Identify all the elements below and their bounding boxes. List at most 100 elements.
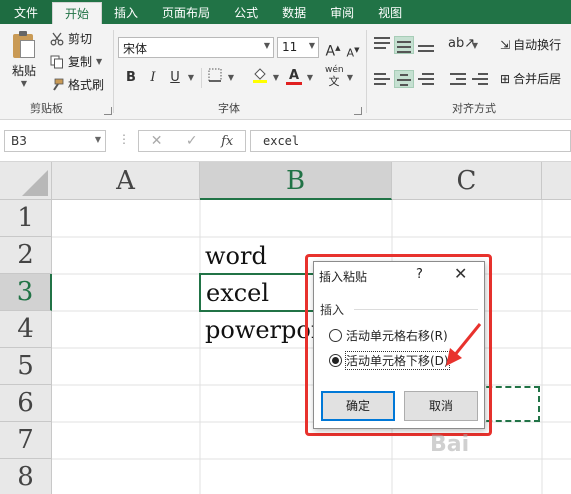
shift-right-label: 活动单元格右移(R) bbox=[346, 329, 448, 343]
select-all-button[interactable] bbox=[0, 162, 52, 200]
font-name-select[interactable]: 宋体 ▼ bbox=[118, 37, 274, 58]
name-box-value: B3 bbox=[11, 134, 27, 148]
phonetic-icon: wén bbox=[325, 65, 344, 75]
row-header-2[interactable]: 2 bbox=[0, 237, 52, 274]
font-size-select[interactable]: 11 ▼ bbox=[277, 37, 319, 58]
tab-insert[interactable]: 插入 bbox=[102, 0, 150, 24]
borders-button[interactable] bbox=[206, 68, 224, 88]
fill-color-dropdown-icon[interactable]: ▼ bbox=[271, 68, 281, 88]
radio-shift-right[interactable] bbox=[329, 329, 342, 342]
ribbon-tab-bar: 文件 开始 插入 页面布局 公式 数据 审阅 视图 bbox=[0, 0, 571, 24]
tab-data[interactable]: 数据 bbox=[270, 0, 318, 24]
ribbon: 粘贴 ▼ 剪切 复制 ▼ 格式刷 剪贴板 宋体 ▼ 11 ▼ A▲ A▼ B I… bbox=[0, 24, 571, 120]
clipboard-launcher-icon[interactable] bbox=[104, 107, 112, 115]
formula-input[interactable]: excel bbox=[250, 130, 571, 152]
cancel-button[interactable]: 取消 bbox=[404, 391, 478, 421]
column-header-c[interactable]: C bbox=[392, 162, 542, 200]
alignment-group-label: 对齐方式 bbox=[452, 102, 496, 115]
top-align-button[interactable] bbox=[372, 34, 392, 52]
font-launcher-icon[interactable] bbox=[354, 107, 362, 115]
copy-label: 复制 bbox=[68, 55, 93, 69]
help-button[interactable]: ? bbox=[416, 267, 423, 282]
orientation-button[interactable]: ab↗ bbox=[448, 34, 475, 54]
phonetic-dropdown-icon[interactable]: ▼ bbox=[345, 68, 355, 88]
cut-label: 剪切 bbox=[68, 32, 93, 46]
format-painter-label: 格式刷 bbox=[68, 78, 105, 92]
ribbon-divider bbox=[201, 68, 202, 88]
row-header-7[interactable]: 7 bbox=[0, 422, 52, 459]
font-size-value: 11 bbox=[282, 40, 298, 54]
row-header-3[interactable]: 3 bbox=[0, 274, 52, 311]
ok-button[interactable]: 确定 bbox=[321, 391, 395, 421]
align-center-button[interactable] bbox=[394, 70, 414, 88]
radio-shift-down[interactable] bbox=[329, 354, 342, 367]
bottom-align-button[interactable] bbox=[416, 38, 436, 56]
phonetic-button[interactable]: wén 文 bbox=[325, 65, 344, 87]
merge-center-button[interactable]: ⊞ 合并后居 bbox=[500, 70, 561, 87]
fill-color-button[interactable] bbox=[251, 66, 269, 86]
cut-button[interactable]: 剪切 bbox=[50, 30, 92, 47]
italic-button[interactable]: I bbox=[144, 68, 162, 88]
decrease-indent-button[interactable] bbox=[448, 70, 468, 88]
row-header-5[interactable]: 5 bbox=[0, 348, 52, 385]
wrap-text-button[interactable]: ⇲ 自动换行 bbox=[500, 36, 561, 53]
font-color-dropdown-icon[interactable]: ▼ bbox=[305, 68, 315, 88]
tab-page-layout[interactable]: 页面布局 bbox=[150, 0, 222, 24]
format-painter-icon bbox=[50, 78, 64, 92]
copy-dropdown-icon[interactable]: ▼ bbox=[96, 57, 102, 66]
formula-buttons: ✕ ✓ fx bbox=[138, 130, 246, 152]
scissors-icon bbox=[50, 32, 64, 46]
font-name-value: 宋体 bbox=[123, 42, 148, 56]
format-painter-button[interactable]: 格式刷 bbox=[50, 76, 104, 93]
middle-align-button[interactable] bbox=[394, 36, 414, 54]
cancel-icon[interactable]: ✕ bbox=[151, 133, 163, 149]
orientation-dropdown-icon[interactable]: ▼ bbox=[470, 36, 480, 56]
grow-font-button[interactable]: A▲ bbox=[324, 38, 342, 60]
insert-function-button[interactable]: fx bbox=[221, 134, 233, 149]
chevron-down-icon: ▼ bbox=[94, 135, 101, 144]
bold-button[interactable]: B bbox=[122, 68, 140, 88]
tab-formulas[interactable]: 公式 bbox=[222, 0, 270, 24]
row-header-6[interactable]: 6 bbox=[0, 385, 52, 422]
paste-dropdown-icon[interactable]: ▼ bbox=[6, 79, 42, 88]
enter-icon[interactable]: ✓ bbox=[186, 133, 198, 149]
tab-file[interactable]: 文件 bbox=[0, 0, 53, 24]
increase-indent-button[interactable] bbox=[470, 70, 490, 88]
shift-right-option[interactable]: 活动单元格右移(R) bbox=[329, 327, 448, 344]
underline-dropdown-icon[interactable]: ▼ bbox=[186, 68, 196, 88]
border-icon bbox=[208, 68, 222, 82]
close-icon[interactable]: ✕ bbox=[454, 264, 467, 283]
borders-dropdown-icon[interactable]: ▼ bbox=[226, 68, 236, 88]
row-header-4[interactable]: 4 bbox=[0, 311, 52, 348]
more-icon[interactable]: ⋮ bbox=[118, 132, 130, 146]
formula-bar: B3 ▼ ⋮ ✕ ✓ fx excel bbox=[0, 120, 571, 162]
chevron-down-icon: ▼ bbox=[263, 41, 270, 50]
clipboard-group-label: 剪贴板 bbox=[30, 102, 63, 115]
name-box[interactable]: B3 ▼ bbox=[4, 130, 106, 152]
column-header-a[interactable]: A bbox=[52, 162, 200, 200]
merge-center-label: 合并后居 bbox=[513, 72, 562, 86]
underline-button[interactable]: U bbox=[166, 68, 184, 88]
font-color-button[interactable]: A bbox=[285, 66, 303, 86]
row-header-8[interactable]: 8 bbox=[0, 459, 52, 494]
paste-label: 粘贴 bbox=[11, 64, 36, 78]
align-left-button[interactable] bbox=[372, 70, 392, 88]
wrap-text-icon: ⇲ bbox=[500, 37, 511, 52]
column-header-d[interactable] bbox=[542, 162, 571, 200]
shrink-font-button[interactable]: A▼ bbox=[344, 40, 362, 60]
insert-group-label: 插入 bbox=[320, 303, 345, 317]
tab-view[interactable]: 视图 bbox=[366, 0, 414, 24]
shift-down-option[interactable]: 活动单元格下移(D) bbox=[329, 351, 450, 370]
font-group-label: 字体 bbox=[218, 102, 240, 115]
grow-font-icon: A bbox=[325, 43, 336, 60]
paint-bucket-icon bbox=[253, 68, 267, 83]
row-header-1[interactable]: 1 bbox=[0, 200, 52, 237]
tab-review[interactable]: 审阅 bbox=[318, 0, 366, 24]
tab-home[interactable]: 开始 bbox=[52, 2, 103, 24]
annotation-arrow bbox=[446, 323, 482, 366]
column-header-b[interactable]: B bbox=[200, 162, 392, 200]
ribbon-divider bbox=[113, 30, 114, 113]
paste-button[interactable]: 粘贴 ▼ bbox=[6, 30, 42, 88]
align-right-button[interactable] bbox=[416, 70, 436, 88]
copy-button[interactable]: 复制 ▼ bbox=[50, 53, 102, 70]
